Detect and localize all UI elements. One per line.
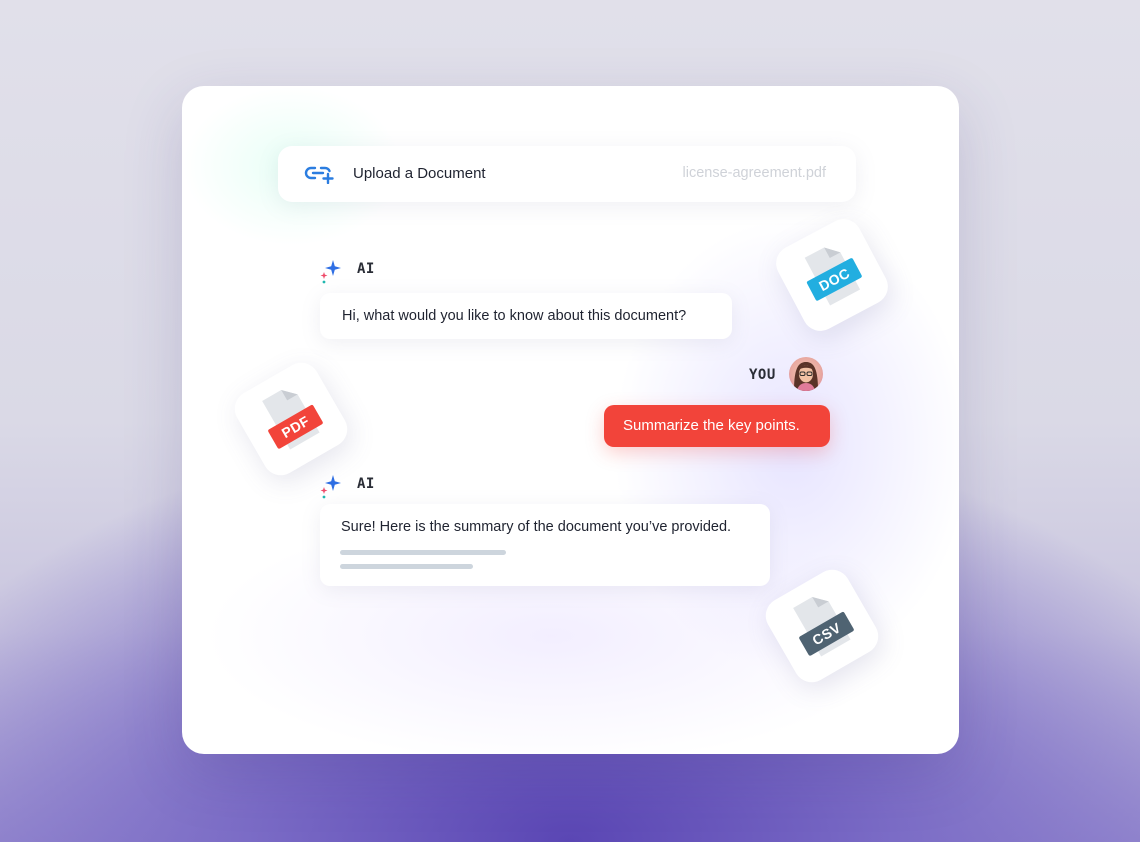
- uploaded-filename: license-agreement.pdf: [682, 165, 826, 181]
- ai-message-text: Hi, what would you like to know about th…: [342, 308, 687, 324]
- user-avatar: [789, 357, 823, 391]
- summary-placeholder-line: [340, 564, 473, 569]
- upload-document-bar[interactable]: Upload a Document license-agreement.pdf: [278, 146, 856, 202]
- ai-message-bubble: Hi, what would you like to know about th…: [320, 293, 732, 339]
- speaker-label-ai: AI: [357, 476, 375, 492]
- upload-label: Upload a Document: [353, 165, 486, 182]
- speaker-label-ai: AI: [357, 261, 375, 277]
- ai-message-text: Sure! Here is the summary of the documen…: [341, 519, 732, 535]
- speaker-label-you: YOU: [749, 367, 776, 383]
- user-message-bubble: Summarize the key points.: [604, 405, 830, 447]
- ai-sparkle-icon: [318, 473, 344, 499]
- ai-message-bubble: Sure! Here is the summary of the documen…: [320, 504, 770, 586]
- summary-placeholder-line: [340, 550, 506, 555]
- link-add-icon: [304, 164, 336, 185]
- user-message-text: Summarize the key points.: [623, 417, 800, 434]
- ai-sparkle-icon: [318, 258, 344, 284]
